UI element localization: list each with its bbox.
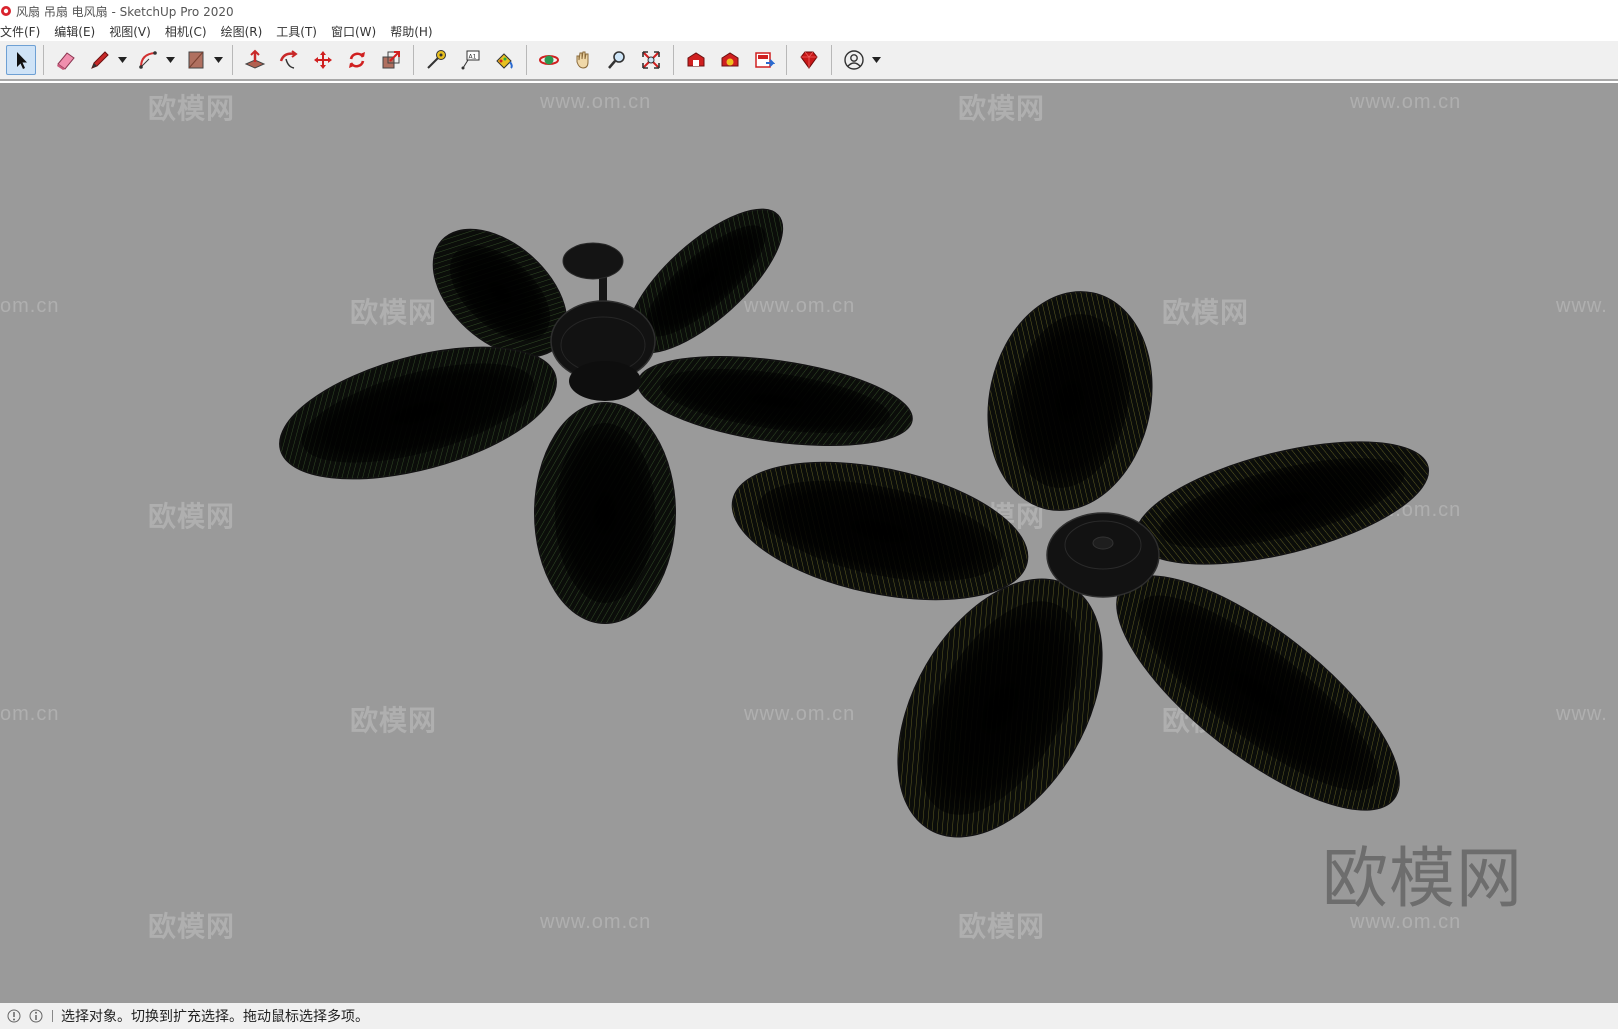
eraser-icon <box>57 52 75 70</box>
fan-blade <box>987 291 1153 511</box>
push-pull-tool-button[interactable] <box>240 45 270 75</box>
arc-dropdown[interactable] <box>165 45 175 75</box>
svg-text:A1: A1 <box>469 54 477 61</box>
zoom-icon <box>608 51 625 69</box>
rectangle-icon <box>188 51 204 69</box>
menu-tools[interactable]: 工具(T) <box>276 23 324 40</box>
orbit-tool-button[interactable] <box>534 45 564 75</box>
menu-draw[interactable]: 绘图(R) <box>221 23 270 40</box>
layout-button[interactable] <box>749 45 779 75</box>
rectangle-dropdown[interactable] <box>213 45 223 75</box>
pencil-tool-button[interactable] <box>85 45 115 75</box>
menu-help[interactable]: 帮助(H) <box>390 23 439 40</box>
account-icon <box>844 50 864 70</box>
pan-tool-button[interactable] <box>568 45 598 75</box>
geo-location-icon[interactable] <box>6 1008 22 1024</box>
eraser-tool-button[interactable] <box>51 45 81 75</box>
move-icon <box>314 51 332 69</box>
rotate-icon <box>349 52 365 68</box>
arc-tool-button[interactable] <box>133 45 163 75</box>
fan-models <box>279 208 1439 872</box>
status-divider <box>52 1010 53 1022</box>
chevron-down-icon <box>117 57 127 63</box>
warehouse-button[interactable] <box>681 45 711 75</box>
menu-window[interactable]: 窗口(W) <box>331 23 383 40</box>
paint-bucket-icon <box>496 53 513 69</box>
zoom-extents-tool-button[interactable] <box>636 45 666 75</box>
pan-icon <box>576 51 589 69</box>
chevron-down-icon <box>213 57 223 63</box>
toolbar: A1 <box>0 41 1618 81</box>
toolbar-separator <box>831 45 832 75</box>
title-bar: 风扇 吊扇 电风扇 - SketchUp Pro 2020 <box>0 0 1618 22</box>
fan-motor-housing <box>1046 512 1160 598</box>
sketchup-logo-icon <box>1 6 11 16</box>
menu-camera[interactable]: 相机(C) <box>165 23 214 40</box>
toolbar-separator <box>413 45 414 75</box>
account-button[interactable] <box>839 45 869 75</box>
info-icon[interactable] <box>28 1008 44 1024</box>
follow-me-icon <box>279 50 298 69</box>
chevron-down-icon <box>165 57 175 63</box>
fan-motor-housing <box>550 242 656 401</box>
toolbar-separator <box>526 45 527 75</box>
layout-icon <box>755 52 775 68</box>
select-tool-button[interactable] <box>6 45 36 75</box>
scale-icon <box>382 51 400 69</box>
drawing-viewport[interactable]: 欧模网 www.om.cn 欧模网 www.om.cn om.cn 欧模网 ww… <box>0 83 1618 1003</box>
select-icon <box>17 52 27 69</box>
ruby-icon <box>800 51 818 69</box>
scale-tool-button[interactable] <box>376 45 406 75</box>
move-tool-button[interactable] <box>308 45 338 75</box>
toolbar-separator <box>43 45 44 75</box>
tape-measure-tool-button[interactable] <box>421 45 451 75</box>
extension-warehouse-icon <box>721 52 739 67</box>
menu-edit[interactable]: 编辑(E) <box>54 23 102 40</box>
pencil-dropdown[interactable] <box>117 45 127 75</box>
fan-blade <box>534 402 676 624</box>
menu-view[interactable]: 视图(V) <box>109 23 158 40</box>
warehouse-icon <box>687 52 705 67</box>
account-dropdown[interactable] <box>871 45 881 75</box>
toolbar-separator <box>786 45 787 75</box>
toolbar-separator <box>232 45 233 75</box>
fan-blade <box>1134 441 1430 565</box>
toolbar-separator <box>673 45 674 75</box>
push-pull-icon <box>244 49 266 69</box>
chevron-down-icon <box>871 57 881 63</box>
rectangle-tool-button[interactable] <box>181 45 211 75</box>
text-icon: A1 <box>461 50 480 70</box>
ceiling-fan-right[interactable] <box>720 277 1439 872</box>
orbit-icon <box>539 55 559 65</box>
paint-bucket-tool-button[interactable] <box>489 45 519 75</box>
menu-bar: 文件(F) 编辑(E) 视图(V) 相机(C) 绘图(R) 工具(T) 窗口(W… <box>0 22 1618 41</box>
tape-measure-icon <box>427 50 446 69</box>
extension-warehouse-button[interactable] <box>715 45 745 75</box>
status-bar: 选择对象。切换到扩充选择。拖动鼠标选择多项。 <box>0 1003 1618 1029</box>
zoom-extents-icon <box>642 51 660 69</box>
fan-blade <box>637 355 913 447</box>
menu-file[interactable]: 文件(F) <box>0 23 47 40</box>
ruby-console-button[interactable] <box>794 45 824 75</box>
status-message: 选择对象。切换到扩充选择。拖动鼠标选择多项。 <box>61 1009 369 1025</box>
follow-me-tool-button[interactable] <box>274 45 304 75</box>
window-title: 风扇 吊扇 电风扇 - SketchUp Pro 2020 <box>16 4 234 19</box>
arc-icon <box>139 51 157 69</box>
pencil-icon <box>91 51 109 69</box>
rotate-tool-button[interactable] <box>342 45 372 75</box>
text-tool-button[interactable]: A1 <box>455 45 485 75</box>
zoom-tool-button[interactable] <box>602 45 632 75</box>
